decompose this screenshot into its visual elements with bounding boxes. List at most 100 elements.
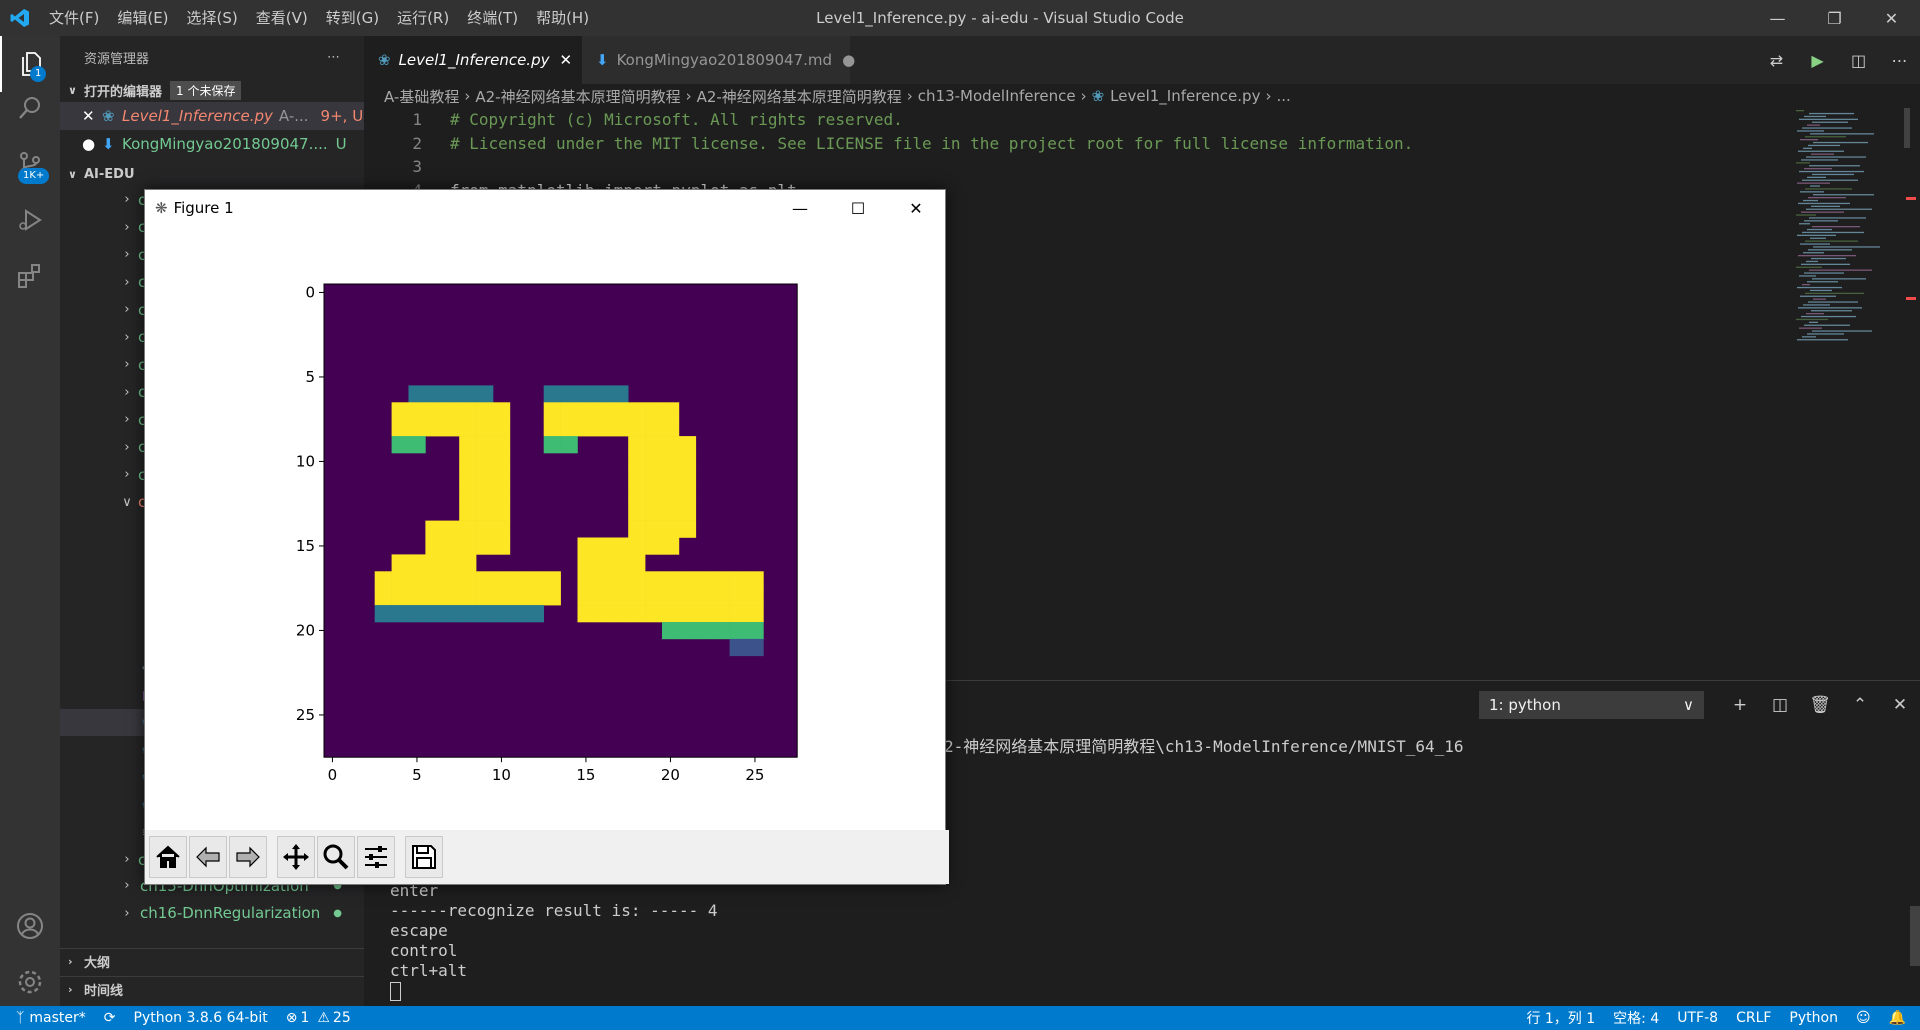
python-interpreter[interactable]: Python 3.8.6 64-bit xyxy=(125,1010,277,1026)
close-icon[interactable]: ✕ xyxy=(559,51,572,69)
notifications-bell-icon[interactable]: 🔔 xyxy=(1880,1010,1920,1026)
image-pixel xyxy=(493,469,511,488)
language-mode[interactable]: Python xyxy=(1780,1010,1847,1026)
minimap-line xyxy=(1799,327,1822,329)
save-figure-icon[interactable] xyxy=(405,836,443,878)
breadcrumb-item[interactable]: A2-神经网络基本原理简明教程 xyxy=(475,86,680,107)
more-actions-icon[interactable]: ⋯ xyxy=(1879,51,1920,70)
breadcrumb-item[interactable]: A2-神经网络基本原理简明教程 xyxy=(697,86,902,107)
split-editor-icon[interactable]: ◫ xyxy=(1838,51,1879,70)
image-pixel xyxy=(493,605,511,623)
breadcrumb-item[interactable]: ... xyxy=(1276,87,1290,105)
image-pixel xyxy=(628,402,646,420)
minimize-icon[interactable]: — xyxy=(1749,0,1806,36)
editor-scrollbar[interactable] xyxy=(1904,108,1910,148)
image-pixel xyxy=(374,571,392,589)
back-arrow-icon[interactable] xyxy=(189,836,227,878)
run-python-icon[interactable]: ▶ xyxy=(1797,51,1838,70)
problems-status[interactable]: ⊗ 1 ⚠ 25 xyxy=(277,1010,360,1026)
open-editor-item[interactable]: ● ⬇ KongMingyao201809047.... U xyxy=(60,130,364,158)
open-editors-section[interactable]: ∨ 打开的编辑器 1 个未保存 xyxy=(60,78,364,102)
configure-subplots-icon[interactable] xyxy=(357,836,395,878)
minimap-line xyxy=(1810,133,1874,135)
image-pixel xyxy=(628,436,646,454)
image-pixel xyxy=(493,588,511,606)
figure-toolbar xyxy=(145,830,949,884)
split-terminal-icon[interactable]: ◫ xyxy=(1760,695,1800,715)
image-plot[interactable]: 0 5 10 15 20 25 0 5 10 15 20 25 xyxy=(145,226,945,830)
encoding[interactable]: UTF-8 xyxy=(1668,1010,1727,1026)
timeline-section[interactable]: › 时间线 xyxy=(60,976,364,1001)
branch-status[interactable]: ᛉ master* xyxy=(0,1010,95,1026)
line-ending[interactable]: CRLF xyxy=(1727,1010,1780,1026)
image-pixel xyxy=(577,385,595,403)
close-icon[interactable]: ✕ xyxy=(1863,0,1920,36)
menu-item[interactable]: 帮助(H) xyxy=(527,0,598,36)
sync-icon[interactable]: ⟳ xyxy=(95,1010,125,1026)
more-actions-icon[interactable]: ⋯ xyxy=(327,50,340,65)
menu-item[interactable]: 编辑(E) xyxy=(108,0,177,36)
indentation[interactable]: 空格: 4 xyxy=(1604,1008,1668,1028)
search-icon[interactable] xyxy=(0,80,60,136)
tab-label: KongMingyao201809047.md xyxy=(616,51,833,69)
terminal-selector[interactable]: 1: python ∨ xyxy=(1479,691,1704,719)
x-tick-label: 25 xyxy=(745,766,764,784)
compare-changes-icon[interactable]: ⇄ xyxy=(1756,51,1797,70)
extensions-icon[interactable] xyxy=(0,248,60,304)
feedback-icon[interactable]: ☺ xyxy=(1847,1010,1880,1026)
terminal-scrollbar[interactable] xyxy=(1910,906,1920,966)
home-icon[interactable] xyxy=(149,836,187,878)
image-pixel xyxy=(746,571,764,589)
source-control-icon[interactable]: 1K+ xyxy=(0,136,60,192)
cursor-position[interactable]: 行 1，列 1 xyxy=(1517,1008,1604,1028)
open-file-status: 9+, U xyxy=(320,107,364,125)
image-pixel xyxy=(560,402,578,420)
minimap-line xyxy=(1806,156,1866,158)
maximize-icon[interactable]: ☐ xyxy=(829,190,887,226)
forward-arrow-icon[interactable] xyxy=(229,836,267,878)
chevron-right-icon: › xyxy=(124,192,130,208)
menu-item[interactable]: 转到(G) xyxy=(317,0,388,36)
menu-item[interactable]: 终端(T) xyxy=(458,0,527,36)
menu-item[interactable]: 查看(V) xyxy=(247,0,317,36)
minimap-line xyxy=(1804,115,1826,118)
new-terminal-icon[interactable]: + xyxy=(1720,695,1760,715)
pan-icon[interactable] xyxy=(277,836,315,878)
minimap-line xyxy=(1809,321,1818,323)
zoom-icon[interactable] xyxy=(317,836,355,878)
menu-item[interactable]: 运行(R) xyxy=(388,0,458,36)
image-pixel xyxy=(459,554,477,572)
maximize-panel-icon[interactable]: ⌃ xyxy=(1840,695,1880,715)
chevron-right-icon: › xyxy=(124,219,130,235)
image-pixel xyxy=(408,554,426,572)
minimize-icon[interactable]: — xyxy=(771,190,829,226)
menu-item[interactable]: 文件(F) xyxy=(40,0,108,36)
breadcrumb-item[interactable]: Level1_Inference.py xyxy=(1110,87,1260,105)
image-pixel xyxy=(729,638,747,657)
code-editor[interactable]: 1 # Copyright (c) Microsoft. All rights r… xyxy=(364,108,1764,202)
minimap-line xyxy=(1803,147,1812,149)
restore-icon[interactable]: ❐ xyxy=(1806,0,1863,36)
outline-title: 大纲 xyxy=(84,955,111,971)
workspace-section[interactable]: ∨ AI-EDU xyxy=(60,162,364,186)
tab-kongmingyao-md[interactable]: ⬇ KongMingyao201809047.md ● xyxy=(582,36,855,84)
dirty-dot-icon[interactable]: ● xyxy=(842,51,855,69)
account-icon[interactable] xyxy=(0,898,60,954)
run-debug-icon[interactable] xyxy=(0,192,60,248)
tab-level1-inference[interactable]: ❀ Level1_Inference.py ✕ xyxy=(364,36,582,84)
outline-section[interactable]: › 大纲 xyxy=(60,948,364,973)
close-panel-icon[interactable]: ✕ xyxy=(1880,695,1920,715)
menu-item[interactable]: 选择(S) xyxy=(178,0,247,36)
open-editor-item[interactable]: ✕ ❀ Level1_Inference.py A-... 9+, U xyxy=(60,102,364,130)
close-icon[interactable]: ✕ xyxy=(82,107,102,125)
breadcrumb-item[interactable]: A-基础教程 xyxy=(384,86,459,107)
branch-name: master* xyxy=(29,1010,86,1026)
breadcrumb-item[interactable]: ch13-ModelInference xyxy=(918,87,1076,105)
tree-folder-ch16[interactable]: › ch16-DnnRegularization ● xyxy=(60,900,364,928)
trash-icon[interactable]: 🗑 xyxy=(1800,695,1840,715)
close-icon[interactable]: ✕ xyxy=(887,190,945,226)
image-pixel xyxy=(577,419,595,437)
settings-gear-icon[interactable] xyxy=(0,954,60,1010)
minimap[interactable] xyxy=(1790,108,1900,348)
minimap-line xyxy=(1797,234,1836,236)
